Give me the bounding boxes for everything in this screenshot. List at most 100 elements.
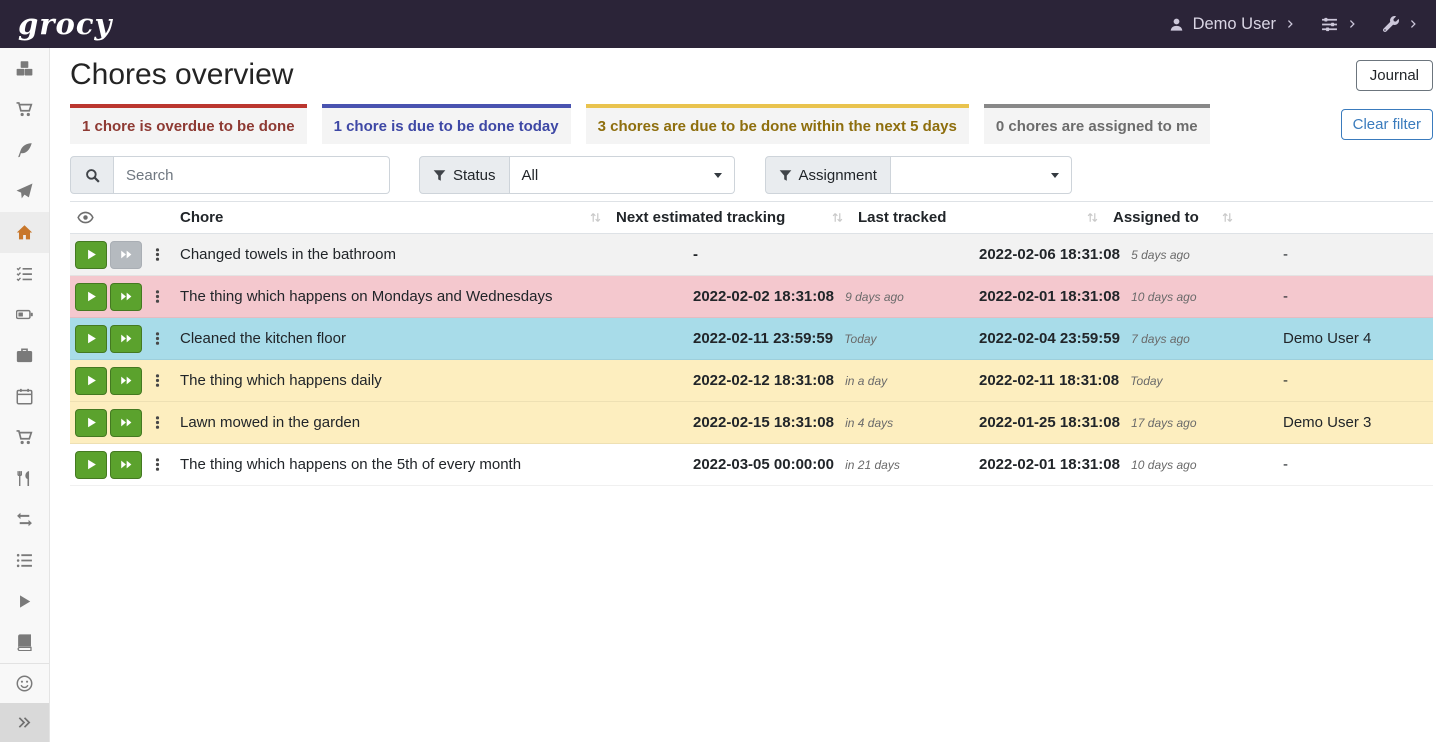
- home-icon: [16, 224, 33, 241]
- last-tracked-date: 2022-01-25 18:31:08: [979, 414, 1120, 431]
- assignment-filter-addon: Assignment: [765, 156, 891, 194]
- paper-plane-icon: [16, 183, 33, 200]
- table-header-row: Chore Next estimated tracking Last track…: [70, 201, 1433, 234]
- sidebar-item-tasks[interactable]: [0, 253, 49, 294]
- sidebar-item-inventory[interactable]: [0, 540, 49, 581]
- track-execution-button[interactable]: [75, 451, 107, 479]
- battery-icon: [16, 306, 33, 323]
- tasks-icon: [16, 265, 33, 282]
- chore-name: The thing which happens daily: [172, 372, 685, 389]
- skip-execution-button[interactable]: [110, 451, 142, 479]
- sidebar-item-calendar[interactable]: [0, 376, 49, 417]
- sidebar-item-shopping-list[interactable]: [0, 89, 49, 130]
- play-icon: [85, 332, 98, 345]
- column-visibility-toggle[interactable]: [70, 202, 172, 233]
- last-tracked-cell: 2022-02-01 18:31:08 10 days ago: [971, 456, 1275, 473]
- track-execution-button[interactable]: [75, 283, 107, 311]
- sidebar-item-recipes[interactable]: [0, 130, 49, 171]
- sidebar-item-user-menu[interactable]: [0, 663, 49, 703]
- play-icon: [85, 416, 98, 429]
- next-estimated-tracking-cell: -: [685, 246, 971, 263]
- journal-button[interactable]: Journal: [1356, 60, 1433, 91]
- fast-forward-icon: [120, 248, 133, 261]
- track-execution-button[interactable]: [75, 409, 107, 437]
- skip-execution-button[interactable]: [110, 283, 142, 311]
- sidebar-item-batteries-overview[interactable]: [0, 294, 49, 335]
- column-header-label: Chore: [180, 209, 223, 226]
- row-menu-button[interactable]: [148, 325, 166, 353]
- ellipsis-v-icon: [150, 373, 165, 388]
- next-tracking-date: 2022-02-02 18:31:08: [693, 288, 834, 305]
- clear-filter-button[interactable]: Clear filter: [1341, 109, 1433, 140]
- fast-forward-icon: [120, 332, 133, 345]
- sidebar-item-chore-tracking[interactable]: [0, 581, 49, 622]
- row-menu-button[interactable]: [148, 409, 166, 437]
- list-icon: [16, 552, 33, 569]
- sidebar-item-meal-plan[interactable]: [0, 171, 49, 212]
- sidebar-item-transfer[interactable]: [0, 499, 49, 540]
- column-header[interactable]: Assigned to: [1105, 202, 1240, 233]
- row-menu-button[interactable]: [148, 283, 166, 311]
- sidebar-item-stock-overview[interactable]: [0, 48, 49, 89]
- sidebar-item-consume[interactable]: [0, 458, 49, 499]
- ellipsis-v-icon: [150, 457, 165, 472]
- chore-name: Changed towels in the bathroom: [172, 246, 685, 263]
- banner-text: 0 chores are assigned to me: [996, 118, 1198, 135]
- status-select[interactable]: All: [510, 156, 735, 194]
- sort-icon: [831, 211, 844, 224]
- fast-forward-icon: [120, 374, 133, 387]
- next-estimated-tracking-cell: 2022-02-02 18:31:08 9 days ago: [685, 288, 971, 305]
- sidebar-item-battery-tracking[interactable]: [0, 622, 49, 663]
- filter-icon: [433, 169, 446, 182]
- chore-row: The thing which happens on Mondays and W…: [70, 276, 1433, 318]
- last-tracked-cell: 2022-02-01 18:31:08 10 days ago: [971, 288, 1275, 305]
- filter-banner[interactable]: 1 chore is due to be done today: [322, 104, 571, 144]
- track-execution-button[interactable]: [75, 367, 107, 395]
- filter-banner[interactable]: 0 chores are assigned to me: [984, 104, 1210, 144]
- track-execution-button[interactable]: [75, 325, 107, 353]
- sidebar-item-equipment[interactable]: [0, 335, 49, 376]
- feather-icon: [16, 142, 33, 159]
- search-icon: [85, 168, 100, 183]
- next-tracking-relative: in 21 days: [845, 458, 900, 472]
- sidebar-item-purchase[interactable]: [0, 417, 49, 458]
- double-chevron-right-icon: [17, 715, 32, 730]
- page-header: Chores overview Journal: [70, 57, 1433, 93]
- column-header[interactable]: Chore: [172, 202, 608, 233]
- column-header[interactable]: Last tracked: [850, 202, 1105, 233]
- sidebar-expand-toggle[interactable]: [0, 703, 49, 742]
- next-tracking-date: 2022-02-11 23:59:59: [693, 330, 833, 347]
- ellipsis-v-icon: [150, 415, 165, 430]
- search-input[interactable]: [114, 156, 390, 194]
- user-dropdown[interactable]: Demo User: [1169, 15, 1295, 34]
- assigned-to-cell: Demo User 4: [1275, 330, 1433, 347]
- chore-row: Lawn mowed in the garden 2022-02-15 18:3…: [70, 402, 1433, 444]
- row-menu-button[interactable]: [148, 451, 166, 479]
- last-tracked-cell: 2022-02-06 18:31:08 5 days ago: [971, 246, 1275, 263]
- play-icon: [85, 374, 98, 387]
- row-actions: [70, 241, 172, 269]
- admin-dropdown[interactable]: [1383, 16, 1418, 32]
- chores-table: Chore Next estimated tracking Last track…: [70, 201, 1433, 486]
- column-header[interactable]: Next estimated tracking: [608, 202, 850, 233]
- column-header-label: Assigned to: [1113, 209, 1199, 226]
- filter-banner[interactable]: 1 chore is overdue to be done: [70, 104, 307, 144]
- skip-execution-button[interactable]: [110, 367, 142, 395]
- sort-icon: [589, 211, 602, 224]
- row-menu-button[interactable]: [148, 241, 166, 269]
- main-content: Chores overview Journal 1 chore is overd…: [50, 48, 1436, 486]
- track-execution-button[interactable]: [75, 241, 107, 269]
- sidebar-item-chores-overview[interactable]: [0, 212, 49, 253]
- table-body: Changed towels in the bathroom - 2022-02…: [70, 234, 1433, 486]
- chore-row: Cleaned the kitchen floor 2022-02-11 23:…: [70, 318, 1433, 360]
- assignment-select[interactable]: [891, 156, 1072, 194]
- boxes-icon: [16, 60, 33, 77]
- last-tracked-relative: 10 days ago: [1131, 290, 1196, 304]
- row-menu-button[interactable]: [148, 367, 166, 395]
- grocy-logo[interactable]: grocy: [18, 10, 112, 39]
- filter-banner[interactable]: 3 chores are due to be done within the n…: [586, 104, 969, 144]
- settings-dropdown[interactable]: [1321, 16, 1357, 33]
- skip-execution-button[interactable]: [110, 409, 142, 437]
- skip-execution-button[interactable]: [110, 325, 142, 353]
- next-tracking-date: 2022-02-12 18:31:08: [693, 372, 834, 389]
